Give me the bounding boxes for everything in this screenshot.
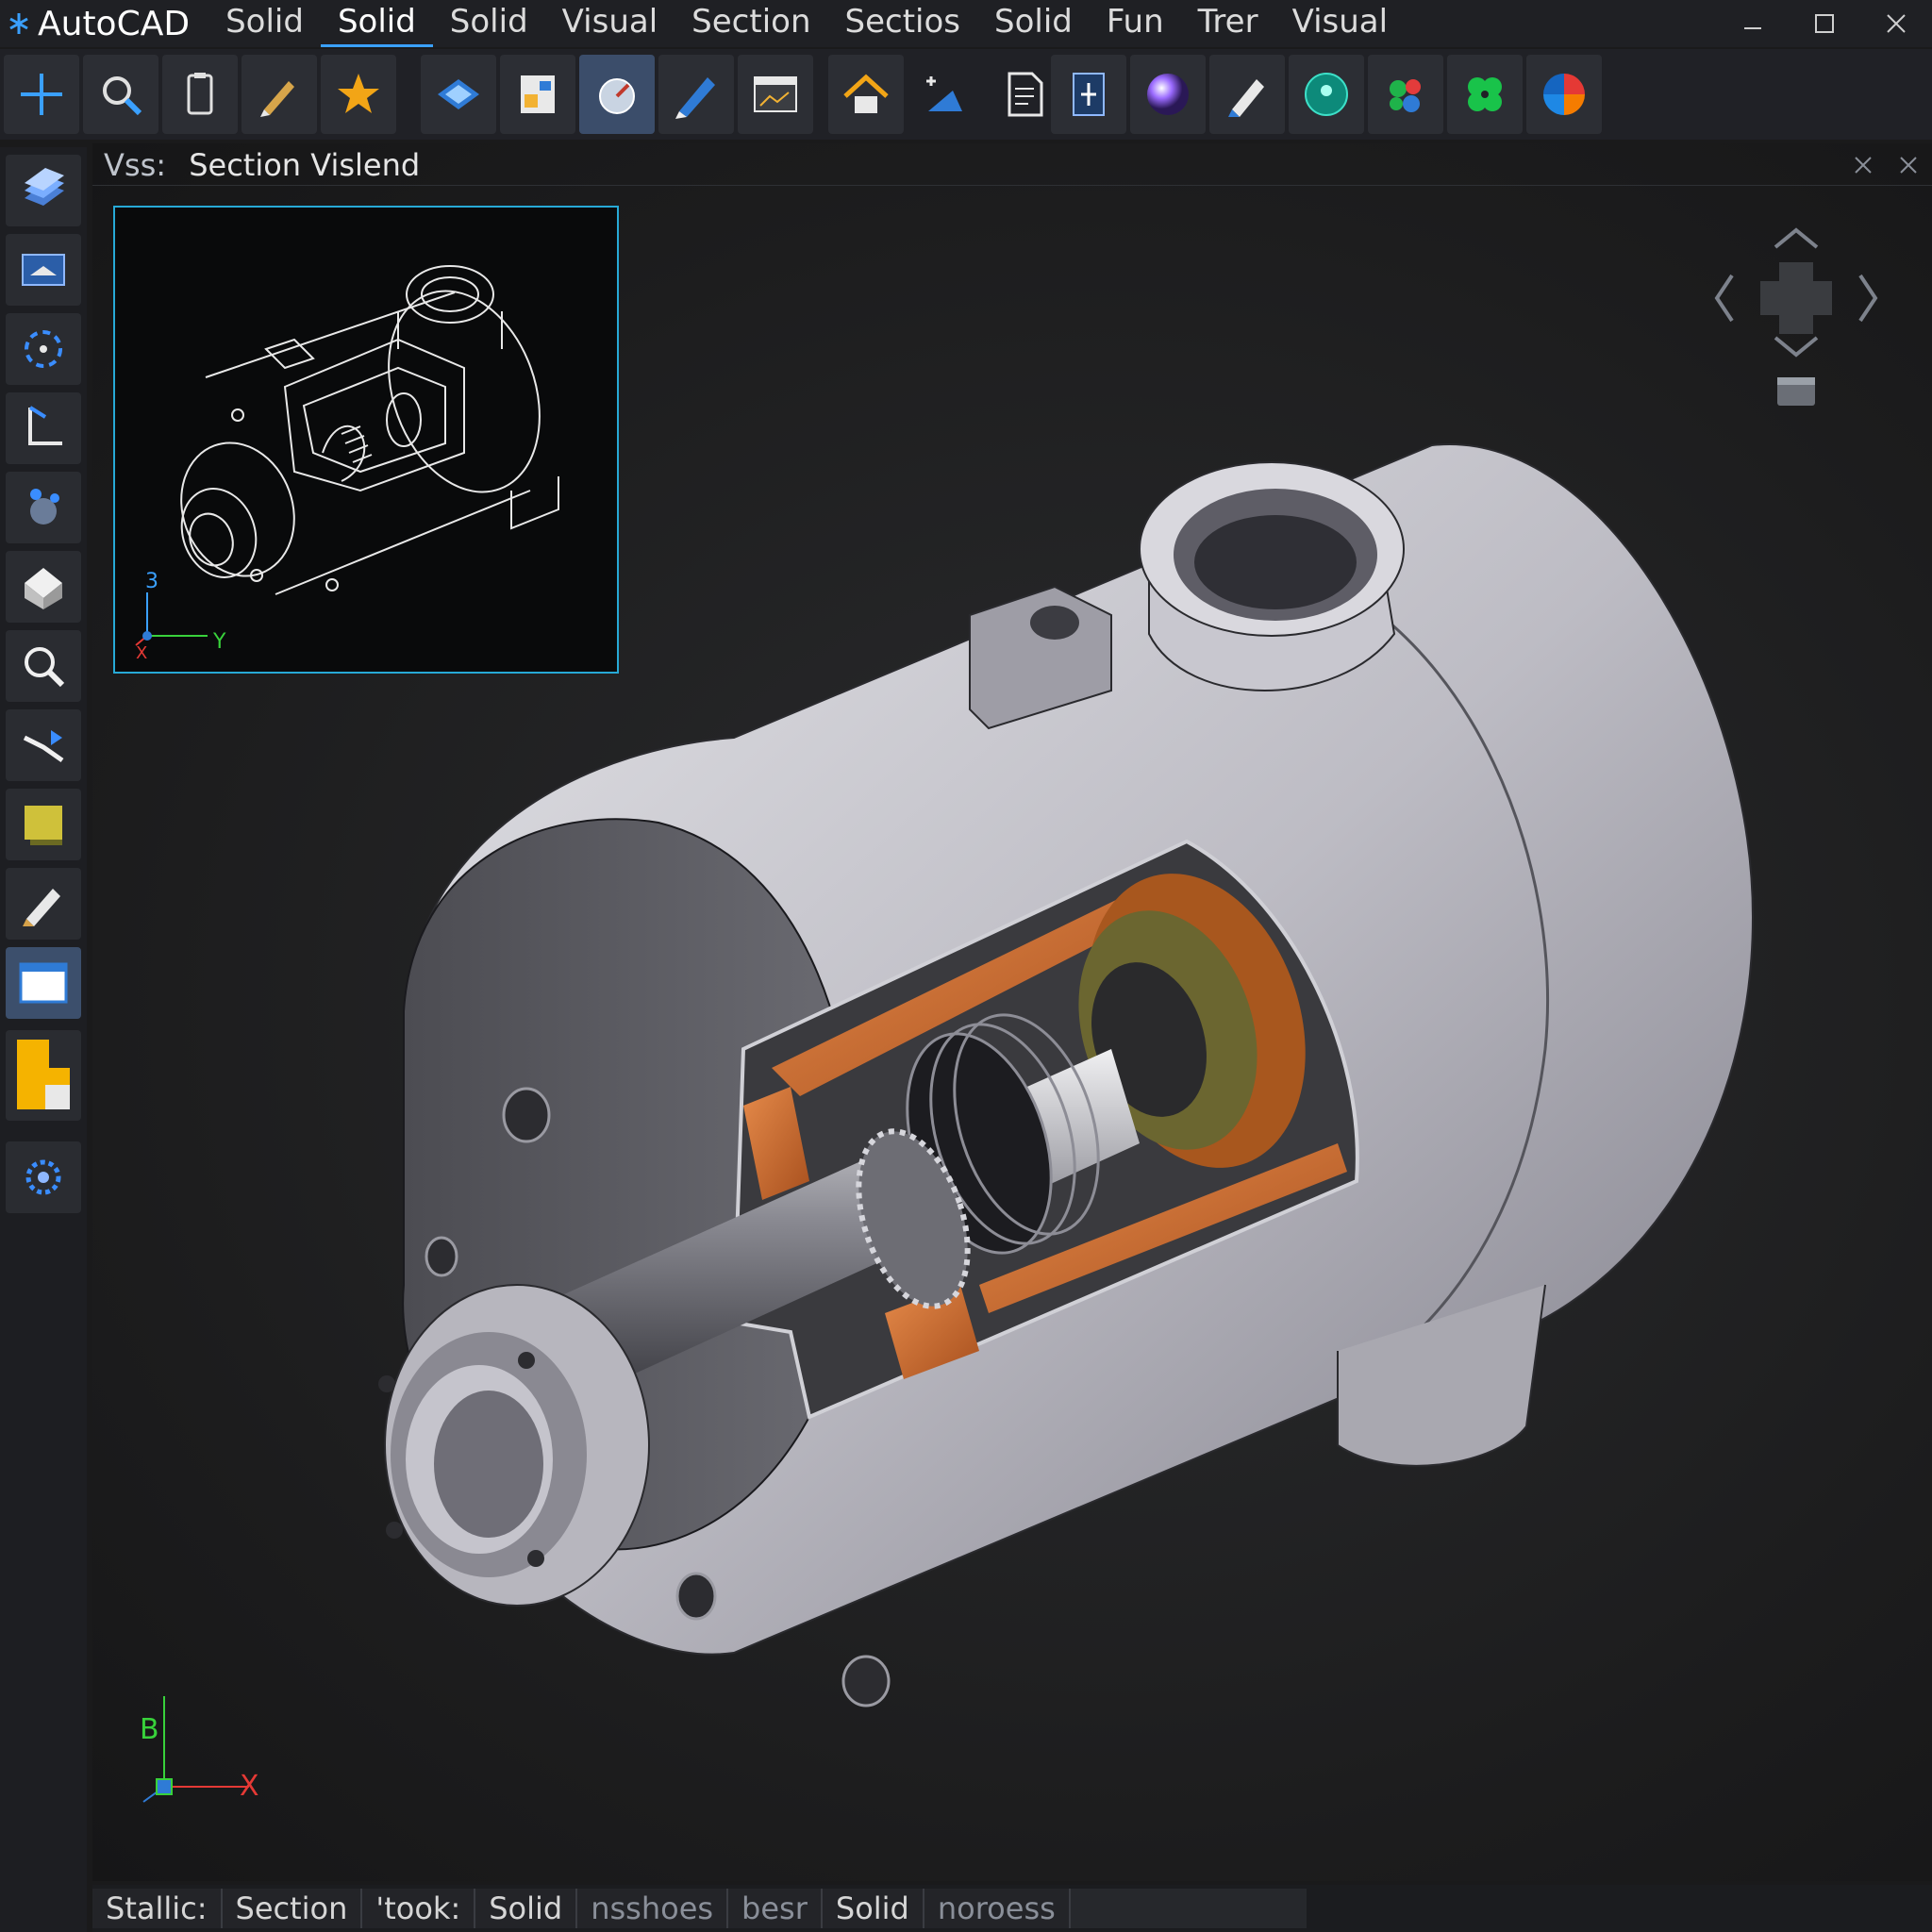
minimize-icon[interactable] bbox=[1717, 0, 1789, 47]
home-icon[interactable] bbox=[828, 55, 904, 134]
menu-solid-4[interactable]: Solid bbox=[977, 0, 1090, 47]
render-icon[interactable] bbox=[6, 789, 81, 860]
settings-icon[interactable] bbox=[6, 1141, 81, 1213]
pen-tool-icon[interactable] bbox=[1209, 55, 1285, 134]
viewport-title-text: Section Vislend bbox=[189, 147, 421, 183]
color-wheel-icon[interactable] bbox=[1526, 55, 1602, 134]
viewport-title: Vss: Section Vislend bbox=[104, 147, 420, 183]
status-item-took[interactable]: 'took: bbox=[362, 1889, 476, 1928]
app-logo-icon bbox=[0, 0, 38, 47]
inset-axis-z-label: 3 bbox=[145, 570, 158, 593]
menu-sectios[interactable]: Sectios bbox=[828, 0, 978, 47]
globe-icon[interactable] bbox=[1289, 55, 1364, 134]
app-name: AutoCAD bbox=[38, 4, 191, 43]
status-item-stallic[interactable]: Stallic: bbox=[92, 1889, 223, 1928]
edit-icon[interactable] bbox=[6, 868, 81, 940]
inset-axis-x-label: X bbox=[136, 643, 148, 663]
nav-up-icon bbox=[1774, 227, 1819, 249]
nav-left-icon bbox=[1714, 274, 1734, 323]
window-controls bbox=[1717, 0, 1932, 47]
window-icon[interactable] bbox=[738, 55, 813, 134]
menu-solid-3[interactable]: Solid bbox=[433, 0, 545, 47]
ucs-icon[interactable] bbox=[6, 392, 81, 464]
star-icon[interactable] bbox=[321, 55, 396, 134]
zoom-icon[interactable] bbox=[6, 630, 81, 702]
ribbon-group-draw bbox=[4, 55, 396, 134]
close-icon[interactable] bbox=[1860, 0, 1932, 47]
sectioned-pump-model[interactable] bbox=[206, 332, 1866, 1879]
material-icon[interactable] bbox=[6, 472, 81, 543]
menu-fun[interactable]: Fun bbox=[1090, 0, 1181, 47]
menu-solid-1[interactable]: Solid bbox=[208, 0, 321, 47]
left-toolbar bbox=[0, 147, 87, 1932]
close-icon[interactable] bbox=[1847, 149, 1879, 181]
close-icon[interactable] bbox=[1892, 149, 1924, 181]
drawing-viewport[interactable]: Vss: Section Vislend 3 Y X B X bbox=[92, 143, 1932, 1881]
status-item-besr[interactable]: besr bbox=[728, 1889, 823, 1928]
viewport-header: Vss: Section Vislend bbox=[92, 143, 1932, 186]
status-spacer bbox=[1070, 1889, 1307, 1928]
line-icon[interactable] bbox=[4, 55, 79, 134]
folder-icon[interactable] bbox=[6, 1030, 81, 1121]
ribbon-toolbar bbox=[0, 49, 1932, 140]
menu-visual-1[interactable]: Visual bbox=[545, 0, 675, 47]
gauge-icon[interactable] bbox=[579, 55, 655, 134]
status-item-solid-2[interactable]: Solid bbox=[822, 1889, 924, 1928]
nav-pan-icon bbox=[1760, 262, 1832, 334]
menu-section[interactable]: Section bbox=[675, 0, 827, 47]
ucs-axis-b-label: B bbox=[140, 1713, 159, 1746]
clover-icon[interactable] bbox=[1447, 55, 1523, 134]
menu-bar: AutoCAD Solid Solid Solid Visual Section… bbox=[0, 0, 1932, 47]
layers-icon[interactable] bbox=[6, 155, 81, 226]
pan-icon[interactable] bbox=[6, 709, 81, 781]
status-item-section[interactable]: Section bbox=[222, 1889, 363, 1928]
pencil-icon[interactable] bbox=[658, 55, 734, 134]
status-item-solid-1[interactable]: Solid bbox=[475, 1889, 578, 1928]
nav-right-icon bbox=[1858, 274, 1878, 323]
status-item-nsshoes[interactable]: nsshoes bbox=[577, 1889, 729, 1928]
clipboard-icon[interactable] bbox=[162, 55, 238, 134]
box-icon[interactable] bbox=[6, 551, 81, 623]
dimension-icon[interactable] bbox=[908, 55, 983, 134]
layout-icon[interactable] bbox=[500, 55, 575, 134]
menu-visual-2[interactable]: Visual bbox=[1275, 0, 1406, 47]
status-item-noroess[interactable]: noroess bbox=[924, 1889, 1071, 1928]
status-bar: Stallic: Section 'took: Solid nsshoes be… bbox=[92, 1885, 1932, 1932]
palette-icon[interactable] bbox=[1368, 55, 1443, 134]
ribbon-group-render bbox=[1051, 55, 1602, 134]
maximize-icon[interactable] bbox=[1789, 0, 1860, 47]
viewport-icon[interactable] bbox=[6, 947, 81, 1019]
ucs-axis-icon bbox=[142, 1696, 249, 1803]
ribbon-group-annotate bbox=[828, 55, 1062, 134]
ucs-axis-x-label: X bbox=[240, 1770, 259, 1803]
viewport-title-prefix: Vss: bbox=[104, 147, 167, 183]
view-cube-icon[interactable] bbox=[6, 234, 81, 306]
zoom-icon[interactable] bbox=[83, 55, 158, 134]
pen-icon[interactable] bbox=[242, 55, 317, 134]
menu-solid-2[interactable]: Solid bbox=[320, 0, 433, 47]
sphere-icon[interactable] bbox=[1130, 55, 1206, 134]
section-plane-icon[interactable] bbox=[421, 55, 496, 134]
sheet-icon[interactable] bbox=[1051, 55, 1126, 134]
orbit-icon[interactable] bbox=[6, 313, 81, 385]
ribbon-group-section bbox=[421, 55, 813, 134]
menu-trer[interactable]: Trer bbox=[1181, 0, 1275, 47]
